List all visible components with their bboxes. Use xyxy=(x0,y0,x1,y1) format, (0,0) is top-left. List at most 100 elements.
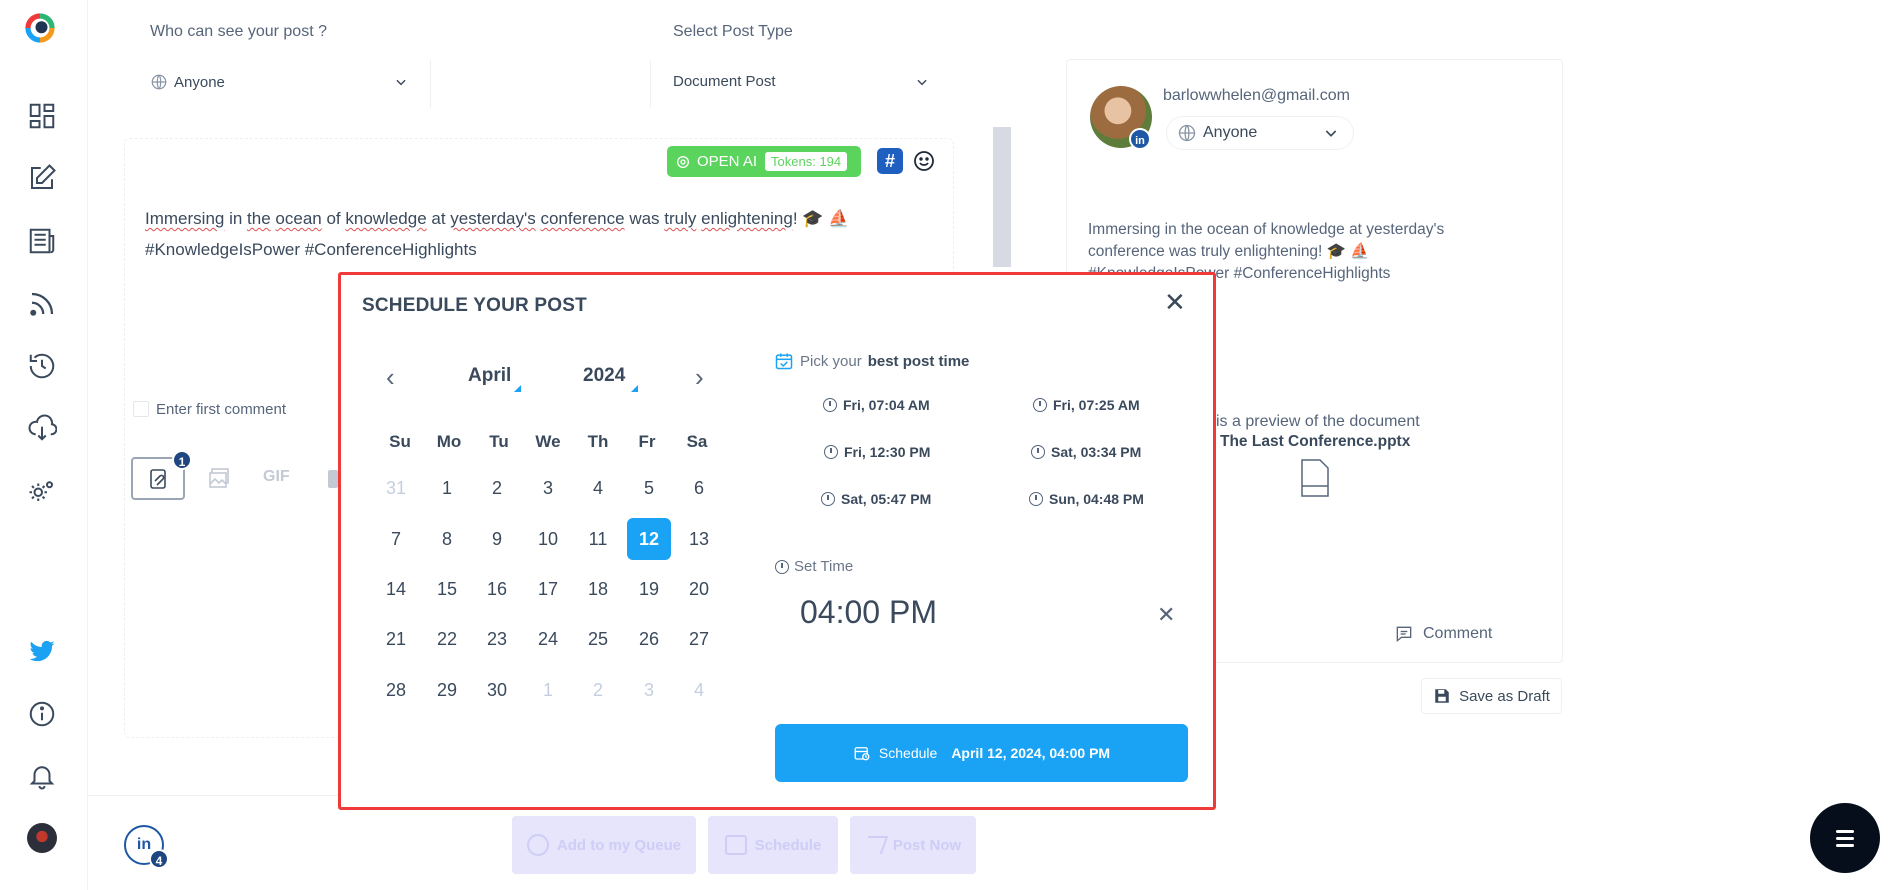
modal-title: SCHEDULE YOUR POST xyxy=(362,295,587,316)
divider xyxy=(430,60,431,108)
weekday-header: Sa xyxy=(686,432,708,451)
calendar-day[interactable]: 23 xyxy=(475,618,519,660)
video-icon[interactable] xyxy=(328,470,338,488)
calendar-clock-icon xyxy=(854,747,870,761)
next-month-button[interactable]: › xyxy=(695,362,704,393)
open-ai-button[interactable]: OPEN AI Tokens: 194 xyxy=(667,146,861,177)
calendar-day[interactable]: 3 xyxy=(526,467,570,509)
calendar-day[interactable]: 6 xyxy=(677,467,721,509)
weekday-header: Su xyxy=(389,432,411,451)
rss-icon[interactable] xyxy=(26,288,58,320)
edit-icon[interactable] xyxy=(26,162,58,194)
divider xyxy=(650,60,651,108)
tokens-count: Tokens: 194 xyxy=(765,152,848,171)
calendar-day[interactable]: 14 xyxy=(374,568,418,610)
visibility-label: Who can see your post ? xyxy=(150,23,327,40)
twitter-icon[interactable] xyxy=(26,635,58,667)
calendar-day[interactable]: 5 xyxy=(627,467,671,509)
first-comment-checkbox[interactable] xyxy=(133,401,149,417)
schedule-confirm-button[interactable]: Schedule April 12, 2024, 04:00 PM xyxy=(775,724,1188,782)
cloud-download-icon[interactable] xyxy=(26,412,58,444)
best-time-slot[interactable]: Fri, 12:30 PM xyxy=(824,444,930,460)
calendar-day[interactable]: 16 xyxy=(475,568,519,610)
calendar-day[interactable]: 1 xyxy=(425,467,469,509)
calendar-day[interactable]: 1 xyxy=(526,669,570,711)
first-comment-label: Enter first comment xyxy=(156,401,287,418)
calendar-day[interactable]: 26 xyxy=(627,618,671,660)
best-time-slot[interactable]: Sat, 05:47 PM xyxy=(821,491,931,507)
year-select[interactable]: 2024 xyxy=(583,365,625,387)
best-time-slot[interactable]: Sat, 03:34 PM xyxy=(1031,444,1141,460)
image-icon[interactable] xyxy=(206,466,232,495)
calendar-day[interactable]: 9 xyxy=(475,518,519,560)
visibility-select[interactable]: Anyone xyxy=(150,73,408,91)
best-time-slot[interactable]: Sun, 04:48 PM xyxy=(1029,491,1144,507)
calendar-day[interactable]: 25 xyxy=(576,618,620,660)
calendar-day[interactable]: 19 xyxy=(627,568,671,610)
info-icon[interactable] xyxy=(26,698,58,730)
calendar-day[interactable]: 27 xyxy=(677,618,721,660)
history-icon[interactable] xyxy=(26,350,58,382)
queue-icon xyxy=(526,834,549,856)
time-input[interactable]: 04:00 PM xyxy=(800,594,937,631)
calendar-day[interactable]: 10 xyxy=(526,518,570,560)
calendar-day[interactable]: 20 xyxy=(677,568,721,610)
calendar-day[interactable]: 11 xyxy=(576,518,620,560)
calendar-icon xyxy=(724,835,747,855)
prev-month-button[interactable]: ‹ xyxy=(386,362,395,393)
calendar-day[interactable]: 31 xyxy=(374,467,418,509)
calendar-day[interactable]: 21 xyxy=(374,618,418,660)
clock-icon xyxy=(824,445,838,459)
add-to-queue-button[interactable]: Add to my Queue xyxy=(512,816,696,874)
save-draft-button[interactable]: Save as Draft xyxy=(1421,678,1562,714)
post-text[interactable]: Immersing in the ocean of knowledge at y… xyxy=(145,203,965,265)
newspaper-icon[interactable] xyxy=(26,225,58,257)
calendar-day[interactable]: 17 xyxy=(526,568,570,610)
calendar-day[interactable]: 8 xyxy=(425,518,469,560)
calendar-day[interactable]: 15 xyxy=(425,568,469,610)
year-dropdown-indicator xyxy=(631,385,638,392)
bell-icon[interactable] xyxy=(26,760,58,792)
post-type-select[interactable]: Document Post xyxy=(673,73,929,90)
profile-avatar[interactable] xyxy=(26,822,58,854)
preview-audience-select[interactable]: Anyone xyxy=(1166,116,1354,150)
post-text-line-2: #KnowledgeIsPower #ConferenceHighlights xyxy=(145,240,477,259)
calendar-day[interactable]: 18 xyxy=(576,568,620,610)
clock-icon xyxy=(821,492,835,506)
paperclip-icon xyxy=(150,468,166,489)
calendar-day[interactable]: 7 xyxy=(374,518,418,560)
calendar-day[interactable]: 2 xyxy=(475,467,519,509)
calendar-day[interactable]: 4 xyxy=(576,467,620,509)
month-select[interactable]: April xyxy=(468,365,511,387)
emoji-icon[interactable] xyxy=(912,149,936,178)
globe-icon xyxy=(1178,124,1196,142)
comment-button[interactable]: Comment xyxy=(1393,624,1492,644)
hashtag-button[interactable]: # xyxy=(877,148,903,174)
app-logo[interactable] xyxy=(24,12,56,44)
calendar-day[interactable]: 29 xyxy=(425,669,469,711)
linkedin-icon: in xyxy=(1129,128,1151,150)
schedule-bottom-button[interactable]: Schedule xyxy=(708,816,838,874)
calendar-day[interactable]: 4 xyxy=(677,669,721,711)
close-icon[interactable]: ✕ xyxy=(1164,287,1186,318)
calendar-day[interactable]: 13 xyxy=(677,518,721,560)
calendar-day-selected[interactable]: 12 xyxy=(627,518,671,560)
comment-icon xyxy=(1396,626,1412,643)
menu-fab-button[interactable] xyxy=(1810,803,1880,873)
calendar-day[interactable]: 22 xyxy=(425,618,469,660)
settings-icon[interactable] xyxy=(26,475,58,507)
calendar-day[interactable]: 30 xyxy=(475,669,519,711)
clear-time-icon[interactable]: ✕ xyxy=(1157,602,1175,628)
best-time-slot[interactable]: Fri, 07:25 AM xyxy=(1033,397,1140,413)
best-time-slot[interactable]: Fri, 07:04 AM xyxy=(823,397,930,413)
post-now-button[interactable]: Post Now xyxy=(850,816,976,874)
calendar-day[interactable]: 3 xyxy=(627,669,671,711)
gif-button[interactable]: GIF xyxy=(263,468,290,486)
calendar-day[interactable]: 24 xyxy=(526,618,570,660)
calendar-day[interactable]: 28 xyxy=(374,669,418,711)
calendar-day[interactable]: 2 xyxy=(576,669,620,711)
dashboard-icon[interactable] xyxy=(26,100,58,132)
sidebar xyxy=(0,0,88,890)
editor-scrollbar[interactable] xyxy=(993,127,1011,267)
calendar-check-icon xyxy=(775,353,793,370)
